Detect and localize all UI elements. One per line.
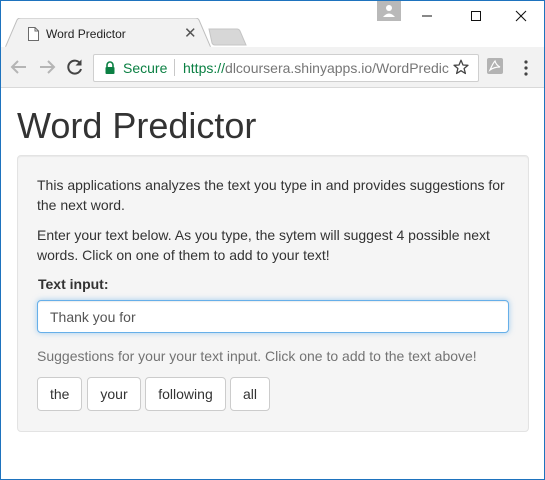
- tab-title: Word Predictor: [46, 27, 126, 41]
- text-input-label: Text input:: [38, 276, 109, 292]
- suggestion-button-3[interactable]: following: [145, 377, 226, 411]
- minimize-icon: [422, 15, 432, 17]
- suggestions-help-text: Suggestions for your your text input. Cl…: [37, 348, 477, 364]
- reload-icon: [67, 59, 82, 75]
- kebab-menu-icon[interactable]: [521, 59, 531, 77]
- instructions-text: Enter your text below. As you type, the …: [37, 227, 490, 263]
- secure-label: Secure: [123, 60, 168, 76]
- url-protocol: https://: [183, 60, 226, 76]
- browser-window: Word Predictor ✕ Secure https://dlcourse…: [0, 0, 545, 480]
- url-text: https://dlcoursera.shinyapps.io/WordPred…: [183, 60, 449, 76]
- lock-icon: [105, 61, 115, 74]
- star-icon[interactable]: [453, 59, 469, 75]
- forward-arrow-icon: [40, 60, 56, 74]
- profile-button[interactable]: [377, 1, 401, 21]
- page-title: Word Predictor: [17, 105, 257, 146]
- intro-text: This applications analyzes the text you …: [37, 177, 505, 213]
- reload-button[interactable]: [65, 57, 85, 77]
- pdf-extension-icon[interactable]: [487, 58, 503, 74]
- close-icon: [515, 10, 527, 22]
- page-icon: [28, 27, 39, 41]
- forward-button[interactable]: [37, 57, 57, 77]
- title-bar: Word Predictor ✕: [1, 1, 544, 48]
- back-arrow-icon: [10, 60, 26, 74]
- maximize-button[interactable]: [453, 1, 499, 31]
- browser-toolbar: Secure https://dlcoursera.shinyapps.io/W…: [1, 47, 544, 88]
- tab-close-icon[interactable]: ✕: [184, 25, 197, 43]
- sidebar-panel: This applications analyzes the text you …: [17, 155, 529, 432]
- suggestion-button-2[interactable]: your: [87, 377, 141, 411]
- url-path: dlcoursera.shinyapps.io/WordPredic: [225, 60, 449, 76]
- suggestion-button-1[interactable]: the: [37, 377, 82, 411]
- page-content: Word Predictor This applications analyze…: [1, 88, 544, 479]
- text-input[interactable]: [37, 300, 509, 333]
- maximize-icon: [471, 11, 481, 21]
- close-window-button[interactable]: [498, 1, 544, 31]
- address-separator: [174, 59, 175, 76]
- minimize-button[interactable]: [404, 1, 450, 31]
- profile-icon: [383, 5, 395, 17]
- address-bar[interactable]: Secure https://dlcoursera.shinyapps.io/W…: [93, 54, 479, 82]
- new-tab-button[interactable]: [208, 28, 248, 46]
- back-button[interactable]: [9, 57, 29, 77]
- suggestion-button-4[interactable]: all: [230, 377, 270, 411]
